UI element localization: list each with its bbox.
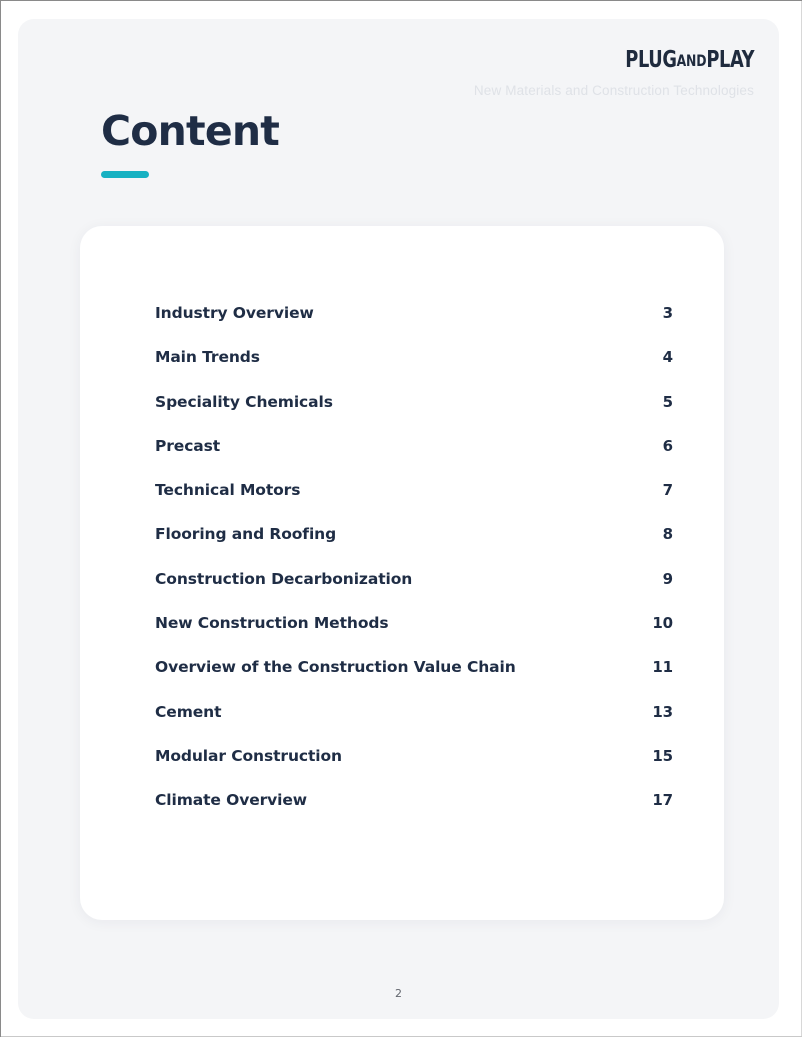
toc-entry-title: Overview of the Construction Value Chain [155,658,516,677]
toc-entry-page-number: 9 [662,569,673,588]
table-of-contents: Industry Overview 3 Main Trends 4 Speciality… [155,304,673,836]
title-block: Content [101,107,280,178]
toc-entry-page-number: 10 [652,614,673,633]
toc-entry-title: Technical Motors [155,481,301,500]
toc-entry[interactable]: Flooring and Roofing 8 [155,525,673,569]
toc-entry[interactable]: New Construction Methods 10 [155,614,673,658]
toc-entry[interactable]: Climate Overview 17 [155,791,673,835]
toc-entry-page-number: 13 [652,702,673,721]
toc-entry-title: Speciality Chemicals [155,392,333,411]
toc-entry[interactable]: Speciality Chemicals 5 [155,393,673,437]
toc-entry-title: Climate Overview [155,791,308,810]
browser-viewport: PLUGANDPLAY New Materials and Constructi… [0,0,802,1037]
toc-entry-title: Construction Decarbonization [155,569,413,588]
toc-entry-page-number: 6 [662,436,673,455]
toc-entry-title: Industry Overview [155,304,314,322]
logo-text-and: AND [676,51,707,70]
toc-entry-title: Cement [155,702,222,721]
toc-entry-page-number: 4 [662,348,673,367]
toc-entry-title: New Construction Methods [155,614,389,633]
toc-entry-page-number: 8 [662,525,673,544]
toc-entry-page-number: 15 [652,746,673,765]
toc-entry-page-number: 17 [652,791,673,810]
toc-entry[interactable]: Precast 6 [155,437,673,481]
toc-entry[interactable]: Technical Motors 7 [155,481,673,525]
brand-subtitle: New Materials and Construction Technolog… [473,83,754,98]
toc-entry[interactable]: Industry Overview 3 [155,304,673,348]
toc-entry-title: Modular Construction [155,746,342,765]
toc-entry[interactable]: Modular Construction 15 [155,747,673,791]
page-number-footer: 2 [395,987,402,1000]
brand-block: PLUGANDPLAY New Materials and Constructi… [474,49,754,98]
toc-entry[interactable]: Overview of the Construction Value Chain… [155,658,673,702]
toc-entry-title: Precast [155,436,221,455]
title-accent-bar [101,171,149,178]
toc-entry-title: Main Trends [155,348,260,367]
toc-entry-page-number: 7 [662,481,673,500]
toc-entry[interactable]: Main Trends 4 [155,348,673,392]
page-title: Content [101,107,280,155]
content-card: Industry Overview 3 Main Trends 4 Speciality… [80,226,724,920]
plugandplay-logo: PLUGANDPLAY [513,49,754,72]
toc-entry[interactable]: Cement 13 [155,703,673,747]
toc-entry-title: Flooring and Roofing [155,525,337,544]
toc-entry[interactable]: Construction Decarbonization 9 [155,570,673,614]
toc-entry-page-number: 11 [652,658,673,677]
logo-text-plug: PLUG [625,47,677,73]
toc-entry-page-number: 3 [662,304,673,322]
logo-text-play: PLAY [706,47,754,73]
slide-page: PLUGANDPLAY New Materials and Constructi… [18,19,779,1019]
toc-entry-page-number: 5 [662,392,673,411]
